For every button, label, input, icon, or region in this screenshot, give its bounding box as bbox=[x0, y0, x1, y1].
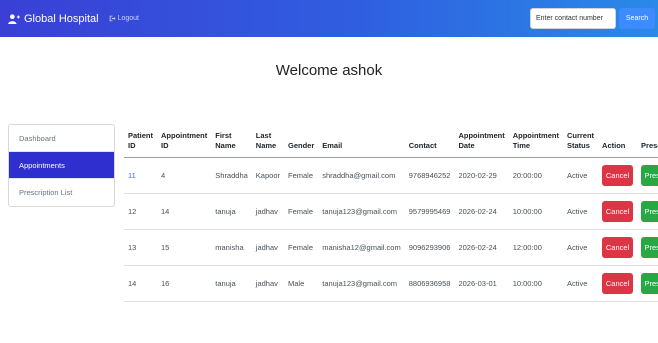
cell-email: manisha12@gmail.com bbox=[318, 229, 405, 266]
cell-first-name: Shraddha bbox=[211, 157, 252, 194]
cell-prescribe: Prescibe bbox=[637, 229, 658, 266]
col-appointment-time: Appointment Time bbox=[508, 124, 563, 158]
cell-time: 10:00:00 bbox=[508, 193, 563, 230]
search-button[interactable]: Search bbox=[619, 8, 655, 29]
cell-date: 2026-02-24 bbox=[454, 193, 509, 230]
brand[interactable]: Global Hospital bbox=[8, 13, 99, 25]
cell-appointment-id: 15 bbox=[157, 229, 212, 266]
cell-patient-id: 11 bbox=[124, 157, 158, 194]
cell-status: Active bbox=[562, 229, 599, 266]
col-prescribe: Prescribe bbox=[637, 124, 658, 158]
cell-prescribe: Prescibe bbox=[637, 157, 658, 194]
col-appointment-id: Appointment ID bbox=[157, 124, 212, 158]
cell-action: Cancel bbox=[598, 265, 638, 302]
logout-label: Logout bbox=[117, 15, 140, 22]
sidebar-item-label: Dashboard bbox=[19, 133, 56, 143]
cell-email: tanuja123@gmail.com bbox=[318, 193, 405, 230]
prescribe-button[interactable]: Prescibe bbox=[641, 273, 658, 294]
cell-patient-id: 13 bbox=[124, 229, 158, 266]
cell-first-name: tanuja bbox=[211, 265, 252, 302]
col-action: Action bbox=[598, 124, 638, 158]
table-row: 11 4 Shraddha Kapoor Female shraddha@gma… bbox=[124, 157, 658, 194]
cell-date: 2020-02-29 bbox=[454, 157, 509, 194]
cell-time: 12:00:00 bbox=[508, 229, 563, 266]
sidebar: Dashboard Appointments Prescription List bbox=[8, 124, 115, 207]
cancel-button[interactable]: Cancel bbox=[602, 273, 634, 294]
sidebar-item-prescription-list[interactable]: Prescription List bbox=[9, 179, 114, 206]
cell-patient-id: 12 bbox=[124, 193, 158, 230]
cell-gender: Male bbox=[283, 265, 319, 302]
logout-link[interactable]: Logout bbox=[109, 15, 139, 22]
cell-contact: 8806936958 bbox=[404, 265, 455, 302]
brand-name: Global Hospital bbox=[24, 12, 99, 25]
cancel-button[interactable]: Cancel bbox=[602, 201, 634, 222]
cell-date: 2026-02-24 bbox=[454, 229, 509, 266]
col-contact: Contact bbox=[404, 124, 455, 158]
user-plus-icon bbox=[8, 13, 20, 24]
col-first-name: First Name bbox=[211, 124, 252, 158]
cell-action: Cancel bbox=[598, 157, 638, 194]
search-form: Search bbox=[530, 8, 655, 29]
prescribe-button[interactable]: Prescibe bbox=[641, 201, 658, 222]
cell-last-name: jadhav bbox=[251, 265, 284, 302]
cell-contact: 9579995469 bbox=[404, 193, 455, 230]
cell-first-name: tanuja bbox=[211, 193, 252, 230]
welcome-heading: Welcome ashok bbox=[275, 62, 383, 79]
col-appointment-date: Appointment Date bbox=[454, 124, 509, 158]
cell-action: Cancel bbox=[598, 193, 638, 230]
cell-contact: 9768946252 bbox=[404, 157, 455, 194]
col-last-name: Last Name bbox=[251, 124, 284, 158]
cancel-button[interactable]: Cancel bbox=[602, 237, 634, 258]
cell-time: 20:00:00 bbox=[508, 157, 563, 194]
cancel-button[interactable]: Cancel bbox=[602, 165, 634, 186]
col-email: Email bbox=[318, 124, 405, 158]
cell-gender: Female bbox=[283, 157, 319, 194]
sign-out-icon bbox=[109, 15, 116, 22]
cell-date: 2026-03-01 bbox=[454, 265, 509, 302]
sidebar-item-dashboard[interactable]: Dashboard bbox=[9, 125, 114, 152]
cell-appointment-id: 16 bbox=[157, 265, 212, 302]
cell-last-name: jadhav bbox=[251, 193, 284, 230]
cell-contact: 9096293906 bbox=[404, 229, 455, 266]
cell-status: Active bbox=[562, 193, 599, 230]
cell-prescribe: Prescibe bbox=[637, 265, 658, 302]
cell-gender: Female bbox=[283, 193, 319, 230]
table-row: 12 14 tanuja jadhav Female tanuja123@gma… bbox=[124, 193, 658, 230]
cell-last-name: Kapoor bbox=[251, 157, 284, 194]
sidebar-item-label: Prescription List bbox=[19, 188, 73, 197]
cell-status: Active bbox=[562, 265, 599, 302]
cell-appointment-id: 4 bbox=[157, 157, 212, 194]
cell-appointment-id: 14 bbox=[157, 193, 212, 230]
appointments-table: Patient ID Appointment ID First Name Last Na… bbox=[124, 124, 658, 302]
col-current-status: Current Status bbox=[562, 124, 599, 158]
cell-first-name: manisha bbox=[211, 229, 252, 266]
table-header-row: Patient ID Appointment ID First Name Last Na… bbox=[124, 124, 658, 158]
prescribe-button[interactable]: Prescibe bbox=[641, 165, 658, 186]
col-gender: Gender bbox=[283, 124, 319, 158]
cell-email: shraddha@gmail.com bbox=[318, 157, 405, 194]
cell-status: Active bbox=[562, 157, 599, 194]
cell-action: Cancel bbox=[598, 229, 638, 266]
cell-gender: Female bbox=[283, 229, 319, 266]
cell-patient-id: 14 bbox=[124, 265, 158, 302]
contact-search-input[interactable] bbox=[530, 8, 616, 29]
cell-last-name: jadhav bbox=[251, 229, 284, 266]
sidebar-item-appointments[interactable]: Appointments bbox=[9, 152, 114, 179]
sidebar-item-label: Appointments bbox=[19, 160, 65, 170]
top-navbar: Global Hospital Logout Search bbox=[0, 0, 658, 37]
prescribe-button[interactable]: Prescibe bbox=[641, 237, 658, 258]
cell-email: tanuja123@gmail.com bbox=[318, 265, 405, 302]
table-row: 14 16 tanuja jadhav Male tanuja123@gmail… bbox=[124, 265, 658, 302]
cell-time: 10:00:00 bbox=[508, 265, 563, 302]
table-row: 13 15 manisha jadhav Female manisha12@gm… bbox=[124, 229, 658, 266]
cell-prescribe: Prescibe bbox=[637, 193, 658, 230]
col-patient-id: Patient ID bbox=[124, 124, 158, 158]
